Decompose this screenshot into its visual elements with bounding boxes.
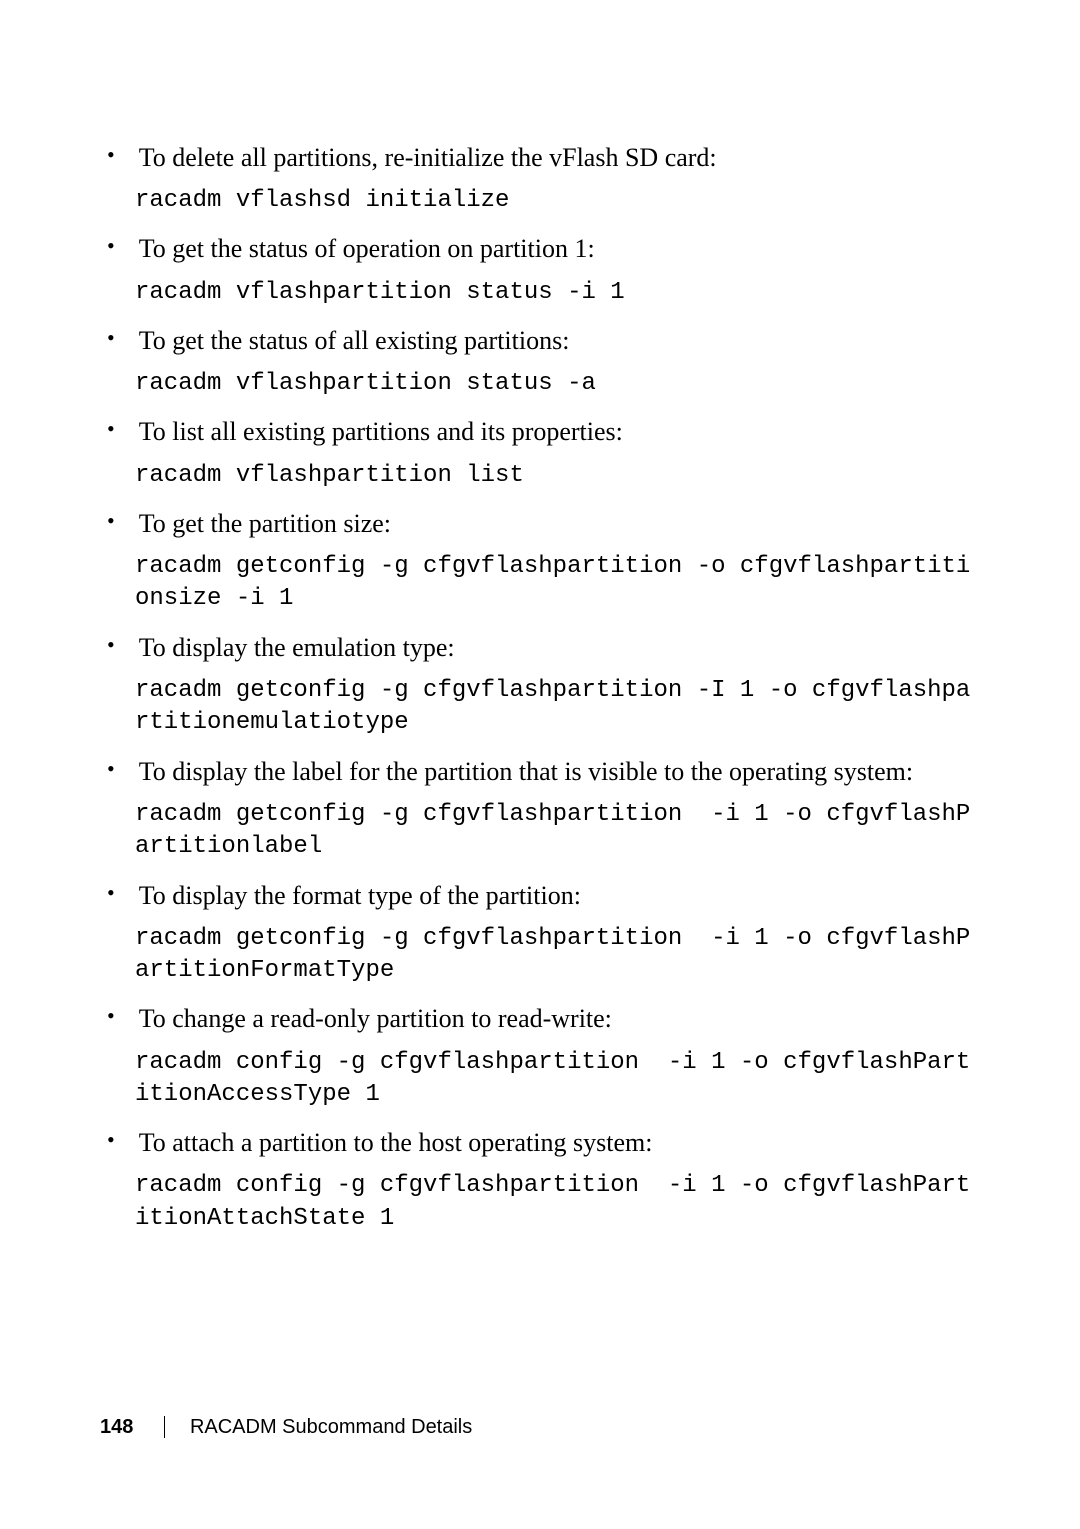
list-item: • To list all existing partitions and it… [135,414,980,491]
bullet-icon: • [107,754,115,785]
list-item: • To display the label for the partition… [135,754,980,864]
bullet-icon: • [107,231,115,262]
item-description: To attach a partition to the host operat… [139,1125,653,1160]
bullet-icon: • [107,630,115,661]
item-code: racadm vflashsd initialize [135,185,980,217]
item-code: racadm config -g cfgvflashpartition -i 1… [135,1047,980,1112]
section-title: RACADM Subcommand Details [164,1416,472,1438]
item-code: racadm getconfig -g cfgvflashpartition -… [135,923,980,988]
item-description: To delete all partitions, re-initialize … [139,140,717,175]
item-description: To get the status of operation on partit… [139,231,595,266]
list-item-line: • To display the emulation type: [135,630,980,665]
list-item-line: • To display the label for the partition… [135,754,980,789]
item-description: To change a read-only partition to read-… [139,1001,612,1036]
list-item-line: • To change a read-only partition to rea… [135,1001,980,1036]
list-item-line: • To delete all partitions, re-initializ… [135,140,980,175]
list-item: • To attach a partition to the host oper… [135,1125,980,1235]
item-code: racadm getconfig -g cfgvflashpartition -… [135,675,980,740]
list-item-line: • To get the partition size: [135,506,980,541]
page-number: 148 [100,1416,133,1438]
list-item-line: • To display the format type of the part… [135,878,980,913]
item-code: racadm vflashpartition status -i 1 [135,277,980,309]
bullet-icon: • [107,323,115,354]
bullet-icon: • [107,506,115,537]
item-description: To display the label for the partition t… [139,754,913,789]
bullet-icon: • [107,414,115,445]
list-item: • To get the status of operation on part… [135,231,980,308]
item-description: To get the status of all existing partit… [139,323,570,358]
list-item: • To get the partition size: racadm getc… [135,506,980,616]
list-item-line: • To list all existing partitions and it… [135,414,980,449]
list-item: • To change a read-only partition to rea… [135,1001,980,1111]
list-item: • To display the emulation type: racadm … [135,630,980,740]
item-description: To display the format type of the partit… [139,878,581,913]
item-code: racadm config -g cfgvflashpartition -i 1… [135,1170,980,1235]
list-item: • To get the status of all existing part… [135,323,980,400]
item-description: To display the emulation type: [139,630,455,665]
item-code: racadm getconfig -g cfgvflashpartition -… [135,799,980,864]
list-item-line: • To get the status of all existing part… [135,323,980,358]
list-item-line: • To get the status of operation on part… [135,231,980,266]
bullet-icon: • [107,140,115,171]
item-code: racadm vflashpartition list [135,460,980,492]
item-description: To list all existing partitions and its … [139,414,623,449]
item-description: To get the partition size: [139,506,391,541]
bullet-icon: • [107,1001,115,1032]
document-page: • To delete all partitions, re-initializ… [0,0,1080,1529]
list-item: • To display the format type of the part… [135,878,980,988]
bullet-icon: • [107,878,115,909]
list-item: • To delete all partitions, re-initializ… [135,140,980,217]
item-code: racadm getconfig -g cfgvflashpartition -… [135,551,980,616]
item-code: racadm vflashpartition status -a [135,368,980,400]
list-item-line: • To attach a partition to the host oper… [135,1125,980,1160]
page-footer: 148 RACADM Subcommand Details [100,1416,980,1439]
bullet-icon: • [107,1125,115,1156]
